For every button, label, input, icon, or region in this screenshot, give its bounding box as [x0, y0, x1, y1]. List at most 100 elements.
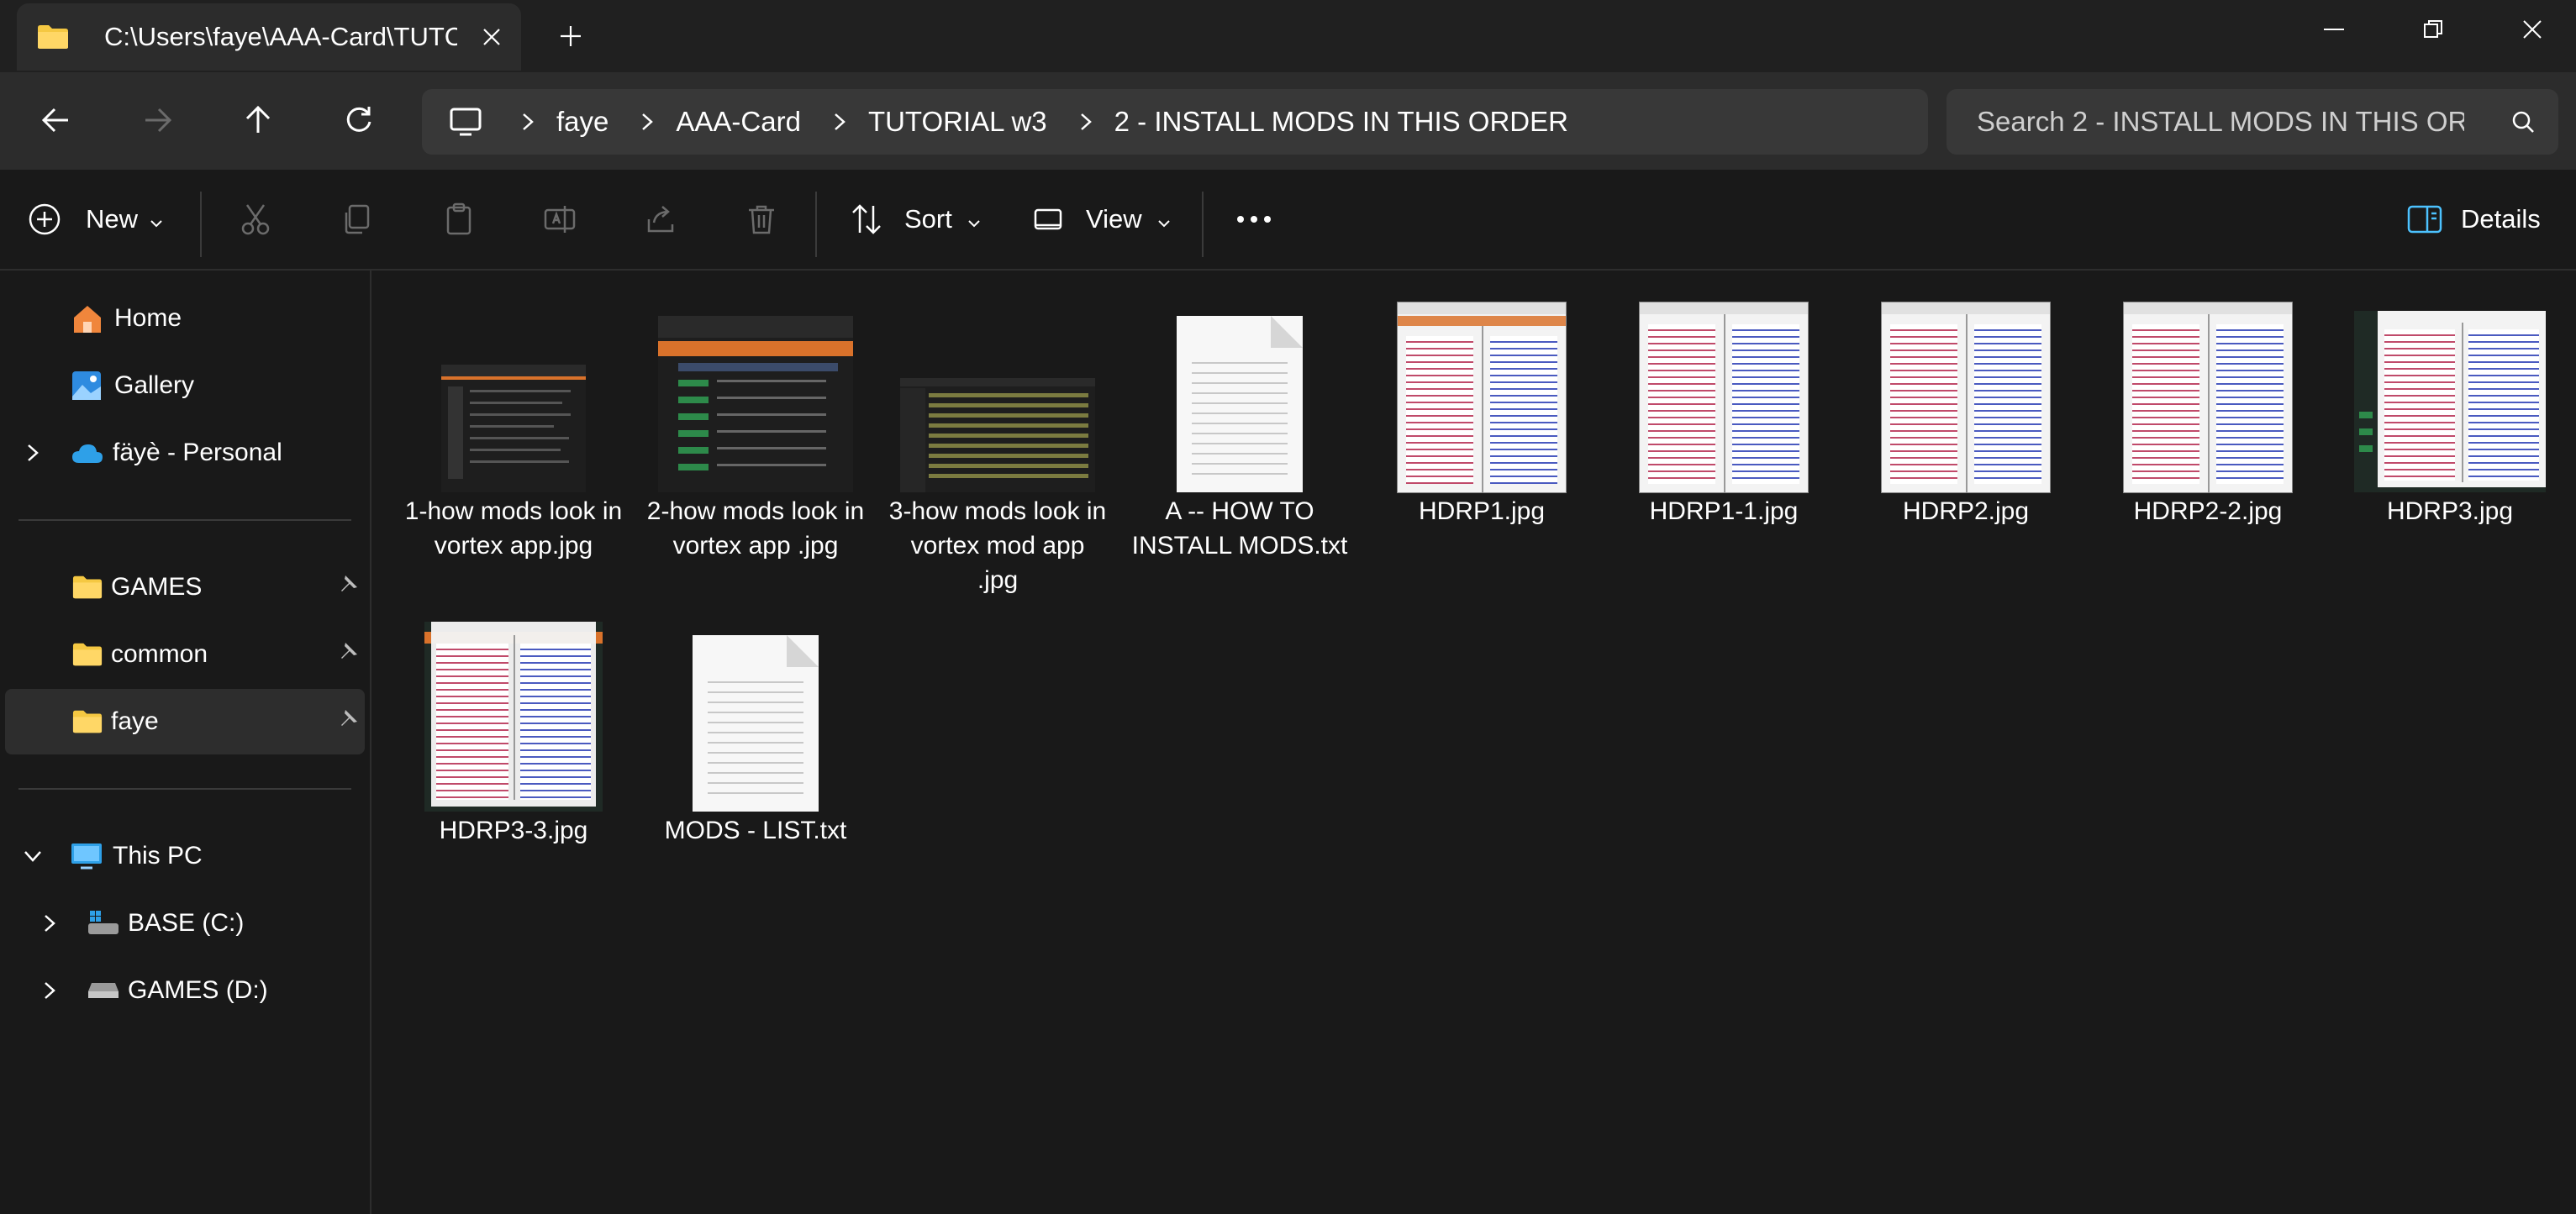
sidebar-item-label: fäyè - Personal — [113, 439, 282, 466]
image-thumbnail — [404, 613, 623, 812]
sidebar-item-label: GAMES — [111, 573, 203, 601]
forward-button[interactable] — [128, 91, 187, 150]
new-button[interactable]: New — [25, 191, 163, 248]
sidebar-item-drive-d[interactable]: GAMES (D:) — [5, 958, 365, 1023]
minimize-button[interactable] — [2284, 0, 2384, 59]
pin-icon[interactable] — [338, 573, 360, 602]
file-item[interactable]: HDRP1-1.jpg — [1610, 294, 1837, 528]
sort-label: Sort — [904, 204, 952, 234]
image-thumbnail — [1615, 294, 1833, 493]
scissors-icon — [227, 191, 284, 248]
restore-button[interactable] — [2384, 0, 2483, 59]
tab-active[interactable]: C:\Users\faye\AAA-Card\TUTC — [17, 3, 521, 71]
sidebar-item-faye[interactable]: faye — [5, 689, 365, 754]
plus-circle-icon — [25, 191, 64, 248]
sidebar-item-label: GAMES (D:) — [128, 976, 268, 1004]
divider — [18, 788, 351, 790]
sidebar-item-games[interactable]: GAMES — [5, 554, 365, 620]
pin-icon[interactable] — [338, 640, 360, 669]
title-bar: C:\Users\faye\AAA-Card\TUTC — [0, 0, 2576, 72]
view-icon — [1027, 191, 1069, 248]
sidebar-item-drive-c[interactable]: BASE (C:) — [5, 891, 365, 956]
copy-button[interactable] — [328, 191, 385, 248]
sidebar-item-common[interactable]: common — [5, 622, 365, 687]
breadcrumb-item[interactable]: faye — [556, 106, 608, 138]
rename-icon — [531, 191, 588, 248]
chevron-right-icon[interactable] — [622, 89, 672, 155]
file-item[interactable]: 2-how mods look in vortex app .jpg — [642, 294, 869, 563]
chevron-down-icon[interactable] — [24, 850, 52, 862]
trash-icon — [733, 191, 790, 248]
details-button[interactable]: Details — [2404, 191, 2541, 248]
search-box[interactable] — [1946, 89, 2558, 155]
clipboard-icon — [430, 191, 487, 248]
breadcrumb-item[interactable]: TUTORIAL w3 — [868, 106, 1047, 138]
file-item[interactable]: MODS - LIST.txt — [642, 613, 869, 848]
view-button[interactable]: View — [1027, 191, 1171, 248]
search-icon[interactable] — [2506, 105, 2540, 139]
back-button[interactable] — [27, 91, 86, 150]
image-thumbnail — [2099, 294, 2317, 493]
folder-icon — [72, 642, 106, 667]
share-button[interactable] — [632, 191, 689, 248]
sidebar-item-label: This PC — [113, 842, 203, 870]
file-name: HDRP2-2.jpg — [2133, 497, 2283, 525]
more-icon — [1225, 191, 1283, 248]
more-options-button[interactable] — [1225, 191, 1283, 248]
search-input[interactable] — [1977, 106, 2464, 138]
chevron-right-icon[interactable] — [814, 89, 865, 155]
image-thumbnail — [2341, 294, 2559, 492]
new-label: New — [86, 204, 139, 234]
address-bar[interactable]: faye AAA-Card TUTORIAL w3 2 - INSTALL MO… — [422, 89, 1928, 155]
file-name: 1-how mods look in vortex app.jpg — [404, 497, 623, 560]
rename-button[interactable] — [531, 191, 588, 248]
file-name: HDRP2.jpg — [1902, 497, 2030, 525]
chevron-right-icon[interactable] — [503, 89, 553, 155]
breadcrumb-current[interactable]: 2 - INSTALL MODS IN THIS ORDER — [1114, 106, 1568, 138]
close-window-button[interactable] — [2483, 0, 2576, 59]
image-thumbnail — [888, 294, 1107, 492]
file-item[interactable]: HDRP2.jpg — [1852, 294, 2079, 528]
chevron-right-icon[interactable] — [27, 444, 52, 462]
sort-button[interactable]: Sort — [845, 191, 981, 248]
file-item[interactable]: 1-how mods look in vortex app.jpg — [400, 294, 627, 563]
chevron-right-icon[interactable] — [1061, 89, 1111, 155]
file-item[interactable]: HDRP3-3.jpg — [400, 613, 627, 848]
file-item[interactable]: HDRP3.jpg — [2336, 294, 2563, 528]
chevron-down-icon — [150, 204, 163, 234]
cut-button[interactable] — [227, 191, 284, 248]
file-item[interactable]: HDRP1.jpg — [1368, 294, 1595, 528]
paste-button[interactable] — [430, 191, 487, 248]
divider — [200, 192, 202, 257]
new-tab-button[interactable] — [551, 17, 590, 55]
image-thumbnail — [1372, 294, 1591, 493]
file-name: HDRP3-3.jpg — [439, 817, 588, 844]
file-item[interactable]: A -- HOW TO INSTALL MODS.txt — [1126, 294, 1353, 563]
file-item[interactable]: HDRP2-2.jpg — [2094, 294, 2321, 528]
chevron-right-icon[interactable] — [44, 981, 69, 1000]
sidebar-item-label: Home — [114, 304, 182, 332]
file-name: HDRP3.jpg — [2386, 497, 2514, 525]
chevron-right-icon[interactable] — [44, 914, 69, 933]
folder-icon — [37, 24, 69, 50]
image-thumbnail — [646, 294, 865, 492]
pin-icon[interactable] — [338, 707, 360, 736]
sidebar-item-home[interactable]: Home — [5, 286, 365, 351]
sidebar-item-onedrive[interactable]: fäyè - Personal — [5, 420, 365, 486]
close-tab-icon[interactable] — [472, 18, 511, 56]
file-item[interactable]: 3-how mods look in vortex mod app .jpg — [884, 294, 1111, 597]
pc-icon — [71, 842, 106, 870]
divider — [815, 192, 817, 257]
sidebar-item-label: common — [111, 640, 208, 668]
breadcrumb-item[interactable]: AAA-Card — [676, 106, 801, 138]
sidebar-item-gallery[interactable]: Gallery — [5, 353, 365, 418]
details-label: Details — [2461, 204, 2541, 234]
tab-title: C:\Users\faye\AAA-Card\TUTC — [104, 22, 457, 51]
sidebar-item-this-pc[interactable]: This PC — [5, 823, 365, 889]
file-name: 3-how mods look in vortex mod app .jpg — [888, 497, 1107, 594]
up-button[interactable] — [229, 91, 287, 150]
sort-icon — [845, 191, 888, 248]
navigation-pane: Home Gallery fäyè - Personal GAMES commo… — [0, 271, 371, 1214]
delete-button[interactable] — [733, 191, 790, 248]
refresh-button[interactable] — [329, 91, 388, 150]
